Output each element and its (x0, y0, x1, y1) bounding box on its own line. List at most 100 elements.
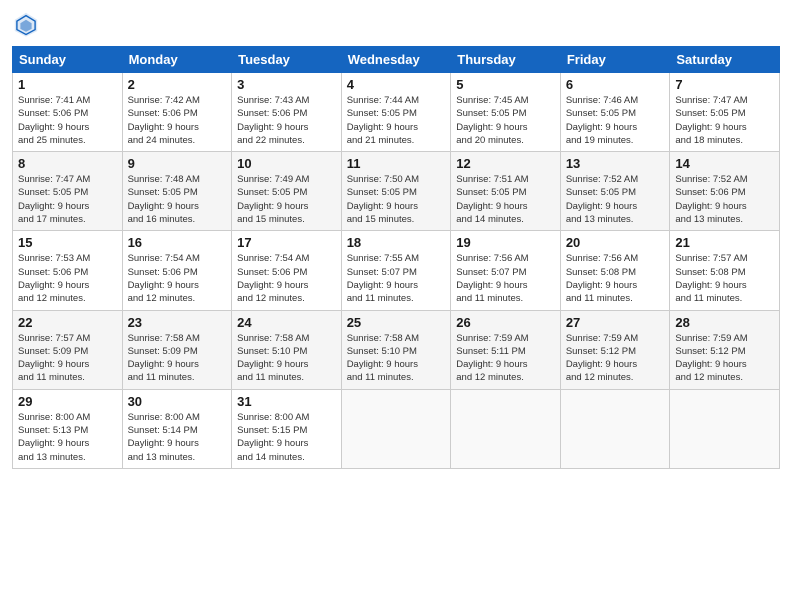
weekday-sunday: Sunday (13, 47, 123, 73)
cell-info: Sunrise: 7:48 AMSunset: 5:05 PMDaylight:… (128, 173, 227, 226)
cell-info: Sunrise: 7:54 AMSunset: 5:06 PMDaylight:… (237, 252, 336, 305)
calendar-cell: 4 Sunrise: 7:44 AMSunset: 5:05 PMDaylight… (341, 73, 451, 152)
day-number: 29 (18, 394, 117, 409)
day-number: 19 (456, 235, 555, 250)
calendar-cell: 21 Sunrise: 7:57 AMSunset: 5:08 PMDayligh… (670, 231, 780, 310)
calendar-cell (451, 389, 561, 468)
calendar-cell: 22 Sunrise: 7:57 AMSunset: 5:09 PMDayligh… (13, 310, 123, 389)
cell-info: Sunrise: 7:47 AMSunset: 5:05 PMDaylight:… (18, 173, 117, 226)
day-number: 6 (566, 77, 665, 92)
day-number: 14 (675, 156, 774, 171)
calendar-cell: 14Sunrise: 7:52 AMSunset: 5:06 PMDayligh… (670, 152, 780, 231)
day-number: 22 (18, 315, 117, 330)
day-number: 28 (675, 315, 774, 330)
calendar-cell: 26 Sunrise: 7:59 AMSunset: 5:11 PMDayligh… (451, 310, 561, 389)
cell-info: Sunrise: 8:00 AMSunset: 5:13 PMDaylight:… (18, 411, 117, 464)
day-number: 30 (128, 394, 227, 409)
week-row-2: 8 Sunrise: 7:47 AMSunset: 5:05 PMDaylight… (13, 152, 780, 231)
day-number: 10 (237, 156, 336, 171)
day-number: 3 (237, 77, 336, 92)
calendar-cell (670, 389, 780, 468)
day-number: 21 (675, 235, 774, 250)
day-number: 17 (237, 235, 336, 250)
week-row-5: 29 Sunrise: 8:00 AMSunset: 5:13 PMDayligh… (13, 389, 780, 468)
day-number: 11 (347, 156, 446, 171)
calendar-cell: 9 Sunrise: 7:48 AMSunset: 5:05 PMDaylight… (122, 152, 232, 231)
cell-info: Sunrise: 7:56 AMSunset: 5:08 PMDaylight:… (566, 252, 665, 305)
calendar-cell: 29 Sunrise: 8:00 AMSunset: 5:13 PMDayligh… (13, 389, 123, 468)
calendar-cell: 8 Sunrise: 7:47 AMSunset: 5:05 PMDaylight… (13, 152, 123, 231)
calendar-cell: 1 Sunrise: 7:41 AMSunset: 5:06 PMDaylight… (13, 73, 123, 152)
day-number: 25 (347, 315, 446, 330)
weekday-saturday: Saturday (670, 47, 780, 73)
weekday-monday: Monday (122, 47, 232, 73)
page-container: SundayMondayTuesdayWednesdayThursdayFrid… (0, 0, 792, 477)
cell-info: Sunrise: 7:59 AMSunset: 5:12 PMDaylight:… (675, 332, 774, 385)
calendar-cell: 27 Sunrise: 7:59 AMSunset: 5:12 PMDayligh… (560, 310, 670, 389)
cell-info: Sunrise: 7:53 AMSunset: 5:06 PMDaylight:… (18, 252, 117, 305)
cell-info: Sunrise: 7:41 AMSunset: 5:06 PMDaylight:… (18, 94, 117, 147)
cell-info: Sunrise: 7:46 AMSunset: 5:05 PMDaylight:… (566, 94, 665, 147)
weekday-friday: Friday (560, 47, 670, 73)
cell-info: Sunrise: 7:43 AMSunset: 5:06 PMDaylight:… (237, 94, 336, 147)
calendar-cell: 23Sunrise: 7:58 AMSunset: 5:09 PMDayligh… (122, 310, 232, 389)
day-number: 24 (237, 315, 336, 330)
weekday-wednesday: Wednesday (341, 47, 451, 73)
day-number: 18 (347, 235, 446, 250)
day-number: 23 (128, 315, 227, 330)
calendar-cell: 10 Sunrise: 7:49 AMSunset: 5:05 PMDayligh… (232, 152, 342, 231)
cell-info: Sunrise: 7:57 AMSunset: 5:08 PMDaylight:… (675, 252, 774, 305)
day-number: 2 (128, 77, 227, 92)
page-header (12, 10, 780, 38)
cell-info: Sunrise: 8:00 AMSunset: 5:14 PMDaylight:… (128, 411, 227, 464)
cell-info: Sunrise: 7:51 AMSunset: 5:05 PMDaylight:… (456, 173, 555, 226)
cell-info: Sunrise: 7:54 AMSunset: 5:06 PMDaylight:… (128, 252, 227, 305)
calendar-cell: 12Sunrise: 7:51 AMSunset: 5:05 PMDayligh… (451, 152, 561, 231)
weekday-tuesday: Tuesday (232, 47, 342, 73)
day-number: 15 (18, 235, 117, 250)
cell-info: Sunrise: 7:59 AMSunset: 5:11 PMDaylight:… (456, 332, 555, 385)
calendar-cell: 3 Sunrise: 7:43 AMSunset: 5:06 PMDaylight… (232, 73, 342, 152)
day-number: 31 (237, 394, 336, 409)
day-number: 1 (18, 77, 117, 92)
week-row-3: 15 Sunrise: 7:53 AMSunset: 5:06 PMDayligh… (13, 231, 780, 310)
calendar-cell: 6 Sunrise: 7:46 AMSunset: 5:05 PMDaylight… (560, 73, 670, 152)
calendar-cell: 30 Sunrise: 8:00 AMSunset: 5:14 PMDayligh… (122, 389, 232, 468)
day-number: 16 (128, 235, 227, 250)
calendar-cell: 5 Sunrise: 7:45 AMSunset: 5:05 PMDaylight… (451, 73, 561, 152)
weekday-header-row: SundayMondayTuesdayWednesdayThursdayFrid… (13, 47, 780, 73)
day-number: 4 (347, 77, 446, 92)
day-number: 26 (456, 315, 555, 330)
day-number: 20 (566, 235, 665, 250)
calendar-cell: 16 Sunrise: 7:54 AMSunset: 5:06 PMDayligh… (122, 231, 232, 310)
calendar-cell: 24Sunrise: 7:58 AMSunset: 5:10 PMDayligh… (232, 310, 342, 389)
calendar-cell: 13Sunrise: 7:52 AMSunset: 5:05 PMDayligh… (560, 152, 670, 231)
cell-info: Sunrise: 8:00 AMSunset: 5:15 PMDaylight:… (237, 411, 336, 464)
weekday-thursday: Thursday (451, 47, 561, 73)
calendar-cell: 11Sunrise: 7:50 AMSunset: 5:05 PMDayligh… (341, 152, 451, 231)
cell-info: Sunrise: 7:55 AMSunset: 5:07 PMDaylight:… (347, 252, 446, 305)
cell-info: Sunrise: 7:42 AMSunset: 5:06 PMDaylight:… (128, 94, 227, 147)
day-number: 27 (566, 315, 665, 330)
day-number: 7 (675, 77, 774, 92)
cell-info: Sunrise: 7:44 AMSunset: 5:05 PMDaylight:… (347, 94, 446, 147)
cell-info: Sunrise: 7:49 AMSunset: 5:05 PMDaylight:… (237, 173, 336, 226)
cell-info: Sunrise: 7:45 AMSunset: 5:05 PMDaylight:… (456, 94, 555, 147)
day-number: 5 (456, 77, 555, 92)
cell-info: Sunrise: 7:47 AMSunset: 5:05 PMDaylight:… (675, 94, 774, 147)
cell-info: Sunrise: 7:56 AMSunset: 5:07 PMDaylight:… (456, 252, 555, 305)
calendar-cell (341, 389, 451, 468)
cell-info: Sunrise: 7:59 AMSunset: 5:12 PMDaylight:… (566, 332, 665, 385)
calendar-cell (560, 389, 670, 468)
calendar-cell: 28 Sunrise: 7:59 AMSunset: 5:12 PMDayligh… (670, 310, 780, 389)
day-number: 8 (18, 156, 117, 171)
calendar-cell: 20 Sunrise: 7:56 AMSunset: 5:08 PMDayligh… (560, 231, 670, 310)
calendar-cell: 19 Sunrise: 7:56 AMSunset: 5:07 PMDayligh… (451, 231, 561, 310)
cell-info: Sunrise: 7:57 AMSunset: 5:09 PMDaylight:… (18, 332, 117, 385)
week-row-1: 1 Sunrise: 7:41 AMSunset: 5:06 PMDaylight… (13, 73, 780, 152)
day-number: 9 (128, 156, 227, 171)
day-number: 13 (566, 156, 665, 171)
calendar-cell: 31 Sunrise: 8:00 AMSunset: 5:15 PMDayligh… (232, 389, 342, 468)
calendar-cell: 25Sunrise: 7:58 AMSunset: 5:10 PMDayligh… (341, 310, 451, 389)
calendar-cell: 15 Sunrise: 7:53 AMSunset: 5:06 PMDayligh… (13, 231, 123, 310)
